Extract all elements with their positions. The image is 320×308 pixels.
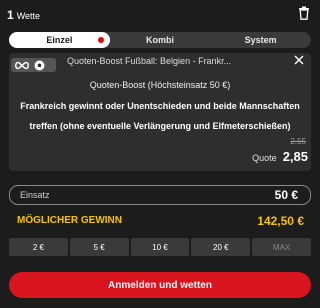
trash-icon[interactable]	[298, 6, 310, 20]
football-icon	[34, 60, 45, 70]
tab-kombi[interactable]: Kombi	[110, 32, 211, 48]
event-title: Quoten-Boost Fußball: Belgien - Frankr..…	[67, 56, 232, 66]
bet-type-tabs: Einzel Kombi System	[9, 32, 311, 48]
quote-row: Quote 2,85	[252, 149, 308, 164]
bet-count: 1 Wette	[7, 8, 40, 22]
login-and-bet-button[interactable]: Anmelden und wetten	[9, 272, 311, 298]
quote-label: Quote	[252, 153, 277, 163]
quick-stake-2-button[interactable]: 2 €	[9, 238, 68, 256]
tab-system[interactable]: System	[210, 32, 311, 48]
stake-input[interactable]: Einsatz 50 €	[9, 185, 311, 205]
bet-count-label: Wette	[16, 11, 41, 21]
boost-label: Quoten-Boost (Höchsteinsatz 50 €)	[89, 80, 231, 90]
quick-stake-buttons: 2 € 5 € 10 € 20 € MAX	[9, 238, 311, 256]
tab-system-label: System	[244, 35, 277, 45]
betslip-header: 1 Wette	[0, 0, 320, 28]
selection-text: Frankreich gewinnt oder Unentschieden un…	[20, 101, 300, 131]
tab-kombi-label: Kombi	[146, 35, 174, 45]
stake-label: Einsatz	[20, 190, 50, 200]
possible-win-value: 142,50 €	[257, 214, 304, 228]
quick-stake-max-button[interactable]: MAX	[252, 238, 311, 256]
quick-stake-20-button[interactable]: 20 €	[191, 238, 251, 256]
infinity-icon	[15, 61, 29, 69]
quote-value: 2,85	[282, 149, 308, 164]
tab-einzel-label: Einzel	[46, 35, 73, 45]
possible-win-label: MÖGLICHER GEWINN	[17, 215, 122, 226]
active-dot	[97, 37, 104, 43]
quick-stake-10-button[interactable]: 10 €	[130, 238, 190, 256]
bet-count-number: 1	[7, 8, 14, 22]
old-quote: 2,55	[290, 137, 306, 146]
boost-badge	[11, 58, 56, 72]
quick-stake-5-button[interactable]: 5 €	[69, 238, 129, 256]
stake-value: 50 €	[274, 188, 298, 202]
tab-einzel[interactable]: Einzel	[9, 32, 110, 48]
close-icon[interactable]	[294, 55, 304, 65]
